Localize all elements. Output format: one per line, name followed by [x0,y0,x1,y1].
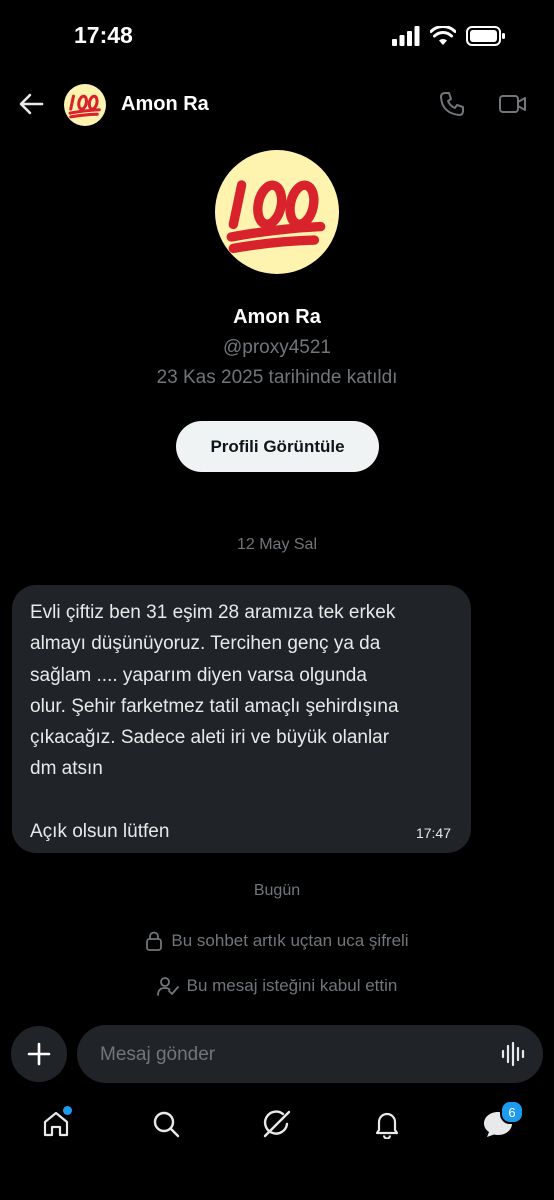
lock-icon [146,931,163,951]
encryption-notice-text: Bu sohbet artık uçtan uca şifreli [171,931,409,950]
request-accepted-text: Bu mesaj isteğini kabul ettin [186,976,398,995]
nav-messages[interactable]: 6 [480,1100,524,1142]
home-notification-dot [63,1106,72,1115]
message-input[interactable] [98,1025,482,1085]
battery-icon [466,26,505,46]
video-icon [499,95,526,113]
profile-joined-date: 23 Kas 2025 tarihinde katıldı [156,367,398,388]
profile-avatar[interactable] [215,150,339,274]
back-button[interactable] [16,88,48,120]
plus-icon [27,1042,51,1066]
search-icon [153,1111,180,1138]
message-bubble[interactable]: Evli çiftiz ben 31 eşim 28 aramıza tek e… [12,585,471,853]
profile-handle: @proxy4521 [222,337,332,358]
grok-icon [263,1110,291,1138]
view-profile-button[interactable]: Profili Görüntüle [176,421,379,472]
message-text: Evli çiftiz ben 31 eşim 28 aramıza tek e… [30,602,399,843]
date-separator: 12 May Sal [236,536,318,553]
nav-grok[interactable] [259,1106,295,1142]
profile-name: Amon Ra [233,306,321,328]
header-contact-name[interactable]: Amon Ra [121,93,209,116]
call-button[interactable] [438,90,466,123]
person-check-icon [156,977,179,996]
voice-message-button[interactable] [501,1041,527,1072]
message-time: 17:47 [415,825,451,841]
wifi-icon [430,26,456,45]
video-call-button[interactable] [498,92,528,121]
cellular-signal-icon [392,26,420,46]
nav-search[interactable] [148,1106,184,1142]
status-icons [392,26,506,46]
header-avatar[interactable] [64,84,106,126]
hundred-points-emoji-icon [68,94,101,119]
today-separator: Bugün [253,882,301,899]
attach-button[interactable] [11,1026,67,1082]
notifications-icon [375,1112,399,1139]
status-time: 17:48 [74,22,133,48]
nav-notifications[interactable] [369,1106,405,1142]
phone-icon [440,92,464,116]
encryption-notice: Bu sohbet artık uçtan uca şifreli [0,931,554,951]
message-composer[interactable] [77,1025,543,1085]
back-arrow-icon [19,93,44,115]
request-accepted-notice: Bu mesaj isteğini kabul ettin [0,976,554,996]
nav-home[interactable] [38,1106,74,1142]
voice-waveform-icon [501,1041,525,1067]
hundred-points-emoji-icon [226,180,326,254]
messages-badge: 6 [500,1100,524,1124]
